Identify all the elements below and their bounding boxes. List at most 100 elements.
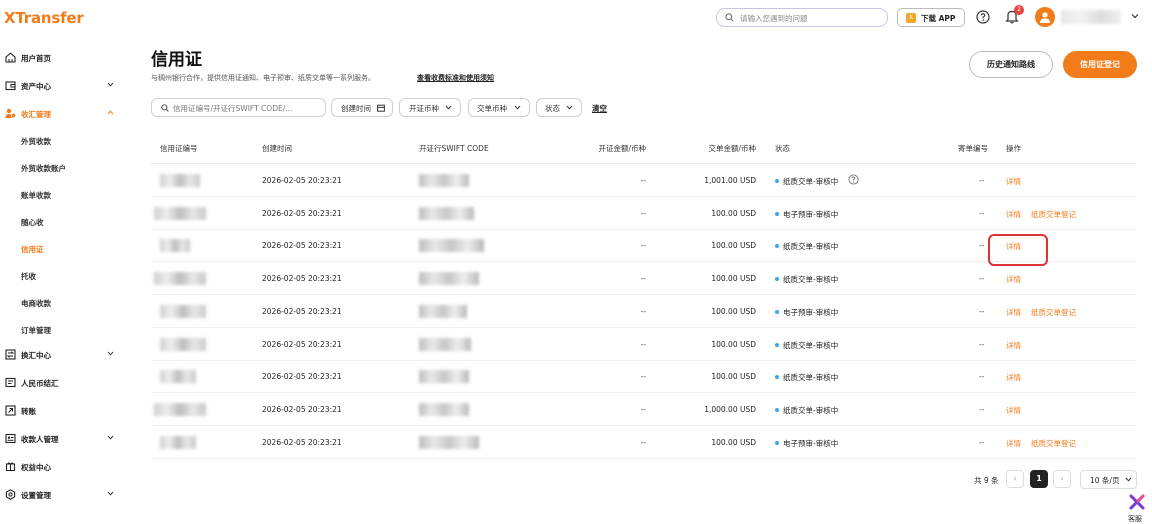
issue-amount-cell: -- [640, 404, 646, 414]
sidebar-subitem-order-management[interactable]: 订单管理 [0, 317, 122, 343]
table-row: 2026-02-05 20:23:21 -- 100.00 USD 电子预审-审核中 -… [151, 426, 1136, 459]
lc-search-input[interactable]: 信用证编号/开证行SWIFT CODE/... [151, 98, 326, 117]
status-cell: 纸质交单-审核中 [783, 177, 839, 186]
notification-badge: 2 [1014, 5, 1024, 15]
lc-number-blurred [160, 174, 200, 187]
paper-delivery-register-link[interactable]: 纸质交单登记 [1031, 438, 1076, 449]
mail-number-cell: -- [979, 339, 985, 349]
sidebar-item-collection[interactable]: 收汇管理 [0, 101, 122, 127]
column-header: 操作 [1006, 144, 1021, 153]
sidebar-item-label: 外贸收款 [21, 137, 51, 146]
paper-delivery-register-link[interactable]: 纸质交单登记 [1031, 209, 1076, 220]
sidebar-item-label: 随心收 [21, 218, 44, 227]
sidebar-item-settings[interactable]: 设置管理 [0, 482, 122, 508]
delivery-amount-cell: 100.00 USD [711, 437, 756, 447]
sidebar-subitem-letter-of-credit[interactable]: 信用证 [0, 236, 122, 262]
help-search-input[interactable]: 请输入您遇到的问题 [716, 8, 888, 27]
detail-link[interactable]: 详情 [1006, 176, 1021, 187]
status-dot [775, 277, 779, 282]
detail-link[interactable]: 详情 [1006, 209, 1021, 220]
swift-code-blurred [419, 206, 474, 220]
customer-service-widget[interactable]: 客服 [1122, 492, 1152, 524]
detail-link[interactable]: 详情 [1006, 340, 1021, 351]
sidebar-item-label: 转账 [21, 407, 36, 416]
sidebar-item-assets[interactable]: 资产中心 [0, 73, 122, 99]
issue-amount-cell: -- [640, 437, 646, 447]
status-filter[interactable]: 状态 [536, 98, 582, 117]
help-icon[interactable] [976, 10, 990, 24]
chevron-up-icon [107, 110, 114, 115]
lc-number-blurred [154, 402, 206, 416]
created-time-cell: 2026-02-05 20:23:21 [262, 339, 342, 349]
clear-filters-link[interactable]: 清空 [592, 103, 607, 114]
swift-code-blurred [419, 370, 469, 384]
swift-code-blurred [419, 435, 479, 449]
swift-code-blurred [419, 174, 469, 187]
lc-number-blurred [160, 435, 196, 449]
mail-number-cell: -- [979, 372, 985, 382]
table-row: 2026-02-05 20:23:21 -- 100.00 USD 纸质交单-审核中 -… [151, 328, 1136, 361]
issue-currency-filter[interactable]: 开证币种 [399, 98, 461, 117]
sidebar-subitem-bill-collection[interactable]: 账单收款 [0, 182, 122, 208]
collection-icon [5, 108, 16, 119]
history-route-button[interactable]: 历史通知路线 [969, 51, 1053, 78]
chevron-down-icon [107, 351, 114, 356]
chevron-down-icon[interactable] [1131, 13, 1139, 19]
sidebar-subitem-easy-collect[interactable]: 随心收 [0, 209, 122, 235]
pagination-total: 共 9 条 [974, 476, 999, 485]
sidebar-item-label: 电商收款 [21, 299, 51, 308]
created-time-cell: 2026-02-05 20:23:21 [262, 306, 342, 316]
page-number-button[interactable]: 1 [1030, 470, 1048, 488]
sidebar: 用户首页 资产中心 收汇管理 外贸收款 外贸收款账户 账单收款 随心收 信用证 … [0, 36, 122, 524]
detail-link[interactable]: 详情 [1006, 307, 1021, 318]
sidebar-item-benefits[interactable]: 权益中心 [0, 454, 122, 480]
detail-link[interactable]: 详情 [1006, 405, 1021, 416]
issue-amount-cell: -- [640, 176, 646, 185]
delivery-amount-cell: 100.00 USD [711, 208, 756, 218]
issue-amount-cell: -- [640, 208, 646, 218]
filter-label: 交单币种 [477, 104, 507, 113]
issue-amount-cell: -- [640, 339, 646, 349]
prev-page-button[interactable]: ‹ [1006, 470, 1024, 488]
created-time-filter[interactable]: 创建时间 [331, 98, 393, 117]
calendar-icon [377, 104, 385, 112]
sidebar-item-transfer[interactable]: 转账 [0, 398, 122, 424]
sidebar-subitem-collection-service[interactable]: 托收 [0, 263, 122, 289]
table-row: 2026-02-05 20:23:21 -- 100.00 USD 纸质交单-审核中 -… [151, 262, 1136, 296]
paper-delivery-register-link[interactable]: 纸质交单登记 [1031, 307, 1076, 318]
lc-register-button[interactable]: 信用证登记 [1063, 51, 1137, 78]
lc-number-blurred [154, 272, 206, 286]
status-cell: 电子预审-审核中 [783, 209, 839, 219]
sidebar-item-rmb-settlement[interactable]: 人民币结汇 [0, 370, 122, 396]
column-header: 寄单编号 [958, 144, 988, 153]
column-header: 信用证编号 [160, 144, 198, 153]
highlight-box [988, 234, 1048, 266]
app-icon: X [906, 13, 916, 23]
sidebar-item-exchange[interactable]: 换汇中心 [0, 342, 122, 368]
table-row: 2026-02-05 20:23:21 -- 100.00 USD 电子预审-审核中 -… [151, 295, 1136, 328]
sidebar-subitem-trade-collection[interactable]: 外贸收款 [0, 128, 122, 154]
sidebar-subitem-ecommerce-collection[interactable]: 电商收款 [0, 290, 122, 316]
lc-number-blurred [160, 370, 196, 384]
sidebar-item-payee-management[interactable]: 收款人管理 [0, 426, 122, 452]
created-time-cell: 2026-02-05 20:23:21 [262, 274, 342, 284]
status-help-icon[interactable] [848, 174, 859, 185]
delivery-currency-filter[interactable]: 交单币种 [468, 98, 530, 117]
created-time-cell: 2026-02-05 20:23:21 [262, 208, 342, 218]
avatar[interactable] [1035, 7, 1055, 27]
status-dot [775, 440, 779, 445]
download-app-button[interactable]: X 下载 APP [897, 8, 965, 27]
next-page-button[interactable]: › [1053, 470, 1071, 488]
detail-link[interactable]: 详情 [1006, 274, 1021, 285]
sidebar-item-home[interactable]: 用户首页 [0, 45, 122, 71]
xtransfer-logo[interactable]: XTransfer [4, 9, 84, 27]
detail-link[interactable]: 详情 [1006, 438, 1021, 449]
sidebar-subitem-collection-account[interactable]: 外贸收款账户 [0, 155, 122, 181]
page-description: 与稠州银行合作，提供信用证通知、电子预审、纸质交单等一系列服务。 [151, 74, 375, 82]
page-size-select[interactable]: 10 条/页 [1080, 470, 1137, 489]
fee-terms-link[interactable]: 查看收费标准和使用须知 [417, 73, 494, 83]
table-row: 2026-02-05 20:23:21 -- 100.00 USD 电子预审-审核中 -… [151, 197, 1136, 230]
detail-link[interactable]: 详情 [1006, 372, 1021, 383]
sidebar-item-label: 收款人管理 [21, 435, 59, 444]
mail-number-cell: -- [979, 208, 985, 218]
